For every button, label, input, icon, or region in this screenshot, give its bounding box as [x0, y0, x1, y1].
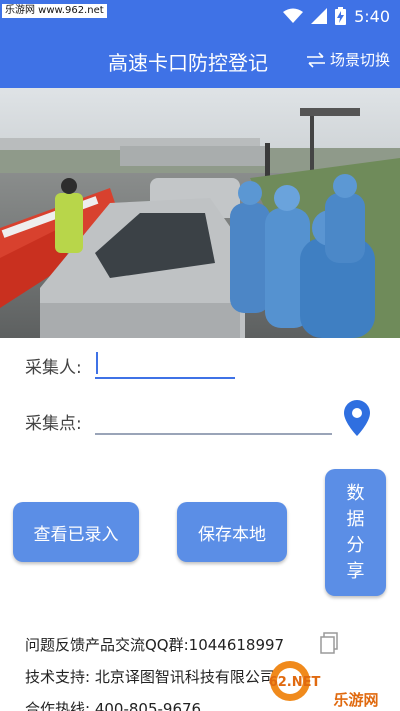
battery-charging-icon — [335, 7, 347, 25]
watermark: 乐游网 www.962.net — [2, 4, 107, 18]
collector-label: 采集人: — [25, 358, 82, 378]
checkpoint-scene-image — [0, 88, 400, 338]
banner-photo — [0, 88, 400, 338]
site-logo-brand: 962.NET — [268, 675, 320, 690]
collector-input[interactable] — [95, 349, 235, 379]
data-share-button[interactable]: 数 据 分 享 — [325, 469, 386, 596]
data-share-char: 数 — [346, 482, 365, 504]
site-logo-name: 乐游网 — [333, 691, 378, 709]
data-share-char: 分 — [346, 534, 365, 556]
save-local-button[interactable]: 保存本地 — [177, 502, 287, 562]
hotline-text: 合作热线: 400-805-9676 — [25, 700, 202, 711]
feedback-text: 问题反馈产品交流QQ群:1044618997 — [25, 636, 285, 654]
data-share-char: 享 — [346, 560, 365, 582]
data-share-char: 据 — [346, 508, 365, 530]
site-logo: 962.NET 乐游网 — [268, 661, 379, 709]
support-text: 技术支持: 北京译图智讯科技有限公司 — [25, 668, 275, 686]
copy-icon[interactable] — [320, 632, 338, 654]
scene-switch-label: 场景切换 — [329, 51, 390, 69]
signal-icon — [311, 8, 328, 24]
wifi-icon — [283, 8, 304, 23]
swap-arrows-icon — [306, 51, 325, 68]
collection-point-label: 采集点: — [25, 414, 82, 434]
text-cursor — [96, 352, 98, 374]
scene-switch-button[interactable]: 场景切换 — [306, 49, 390, 70]
status-bar: 乐游网 www.962.net 5:40 — [0, 0, 400, 32]
page-title: 高速卡口防控登记 — [108, 51, 268, 75]
app-bar: 高速卡口防控登记 场景切换 — [0, 32, 400, 88]
status-icons: 5:40 — [283, 4, 390, 28]
location-pin-icon[interactable] — [344, 400, 370, 436]
status-time: 5:40 — [354, 6, 390, 26]
view-recorded-button[interactable]: 查看已录入 — [13, 502, 139, 562]
collection-point-input[interactable] — [95, 405, 332, 435]
